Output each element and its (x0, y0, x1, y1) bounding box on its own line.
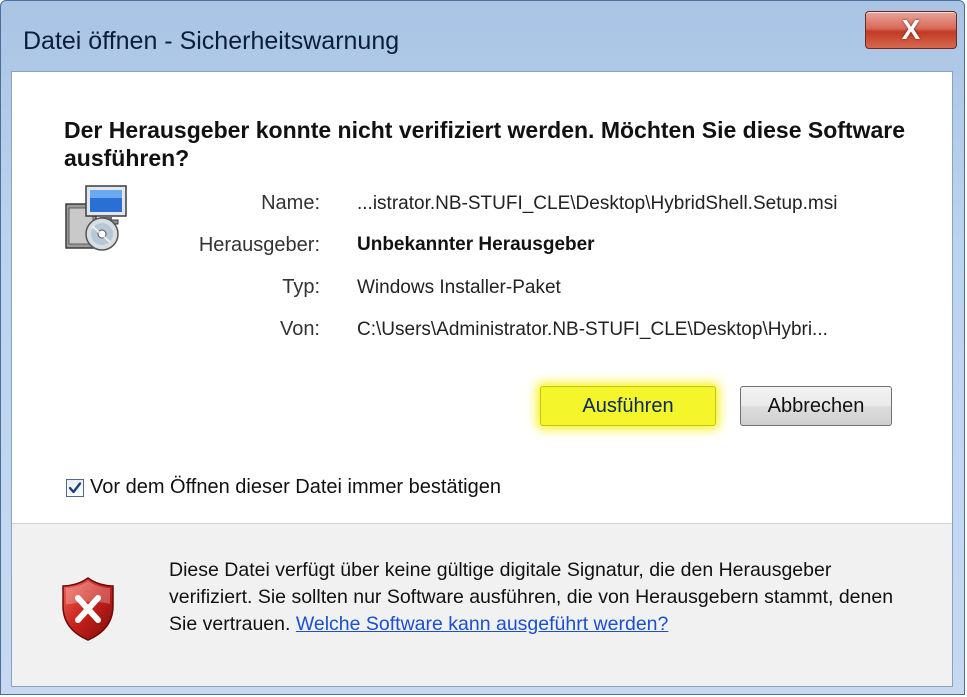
publisher-label: Herausgeber: (198, 234, 320, 256)
always-confirm-checkbox[interactable] (66, 478, 84, 497)
title-bar[interactable]: Datei öffnen - Sicherheitswarnung X (1, 1, 964, 69)
shield-error-icon (60, 576, 116, 642)
close-icon: X (901, 14, 921, 45)
name-value: ...istrator.NB-STUFI_CLE\Desktop\HybridS… (357, 193, 838, 214)
run-button[interactable]: Ausführen (540, 386, 716, 426)
always-confirm-label[interactable]: Vor dem Öffnen dieser Datei immer bestät… (90, 476, 501, 499)
name-label: Name: (261, 192, 320, 214)
type-value: Windows Installer-Paket (357, 277, 561, 298)
warning-heading: Der Herausgeber konnte nicht verifiziert… (64, 117, 906, 171)
type-label: Typ: (282, 276, 320, 298)
from-label: Von: (279, 318, 320, 340)
security-warning-dialog: Datei öffnen - Sicherheitswarnung X Der … (0, 0, 965, 695)
which-software-link[interactable]: Welche Software kann ausgeführt werden? (296, 613, 669, 635)
close-button[interactable]: X (865, 11, 957, 49)
footer-panel: Diese Datei verfügt über keine gültige d… (12, 524, 952, 686)
from-value: C:\Users\Administrator.NB-STUFI_CLE\Desk… (357, 319, 828, 340)
signature-warning-text: Diese Datei verfügt über keine gültige d… (169, 557, 899, 638)
window-title: Datei öffnen - Sicherheitswarnung (23, 27, 400, 55)
publisher-value: Unbekannter Herausgeber (357, 234, 595, 255)
checkmark-icon (68, 481, 82, 493)
cancel-button[interactable]: Abbrechen (740, 386, 892, 426)
dialog-content: Der Herausgeber konnte nicht verifiziert… (11, 71, 953, 687)
always-confirm-option[interactable]: Vor dem Öffnen dieser Datei immer bestät… (66, 476, 501, 499)
